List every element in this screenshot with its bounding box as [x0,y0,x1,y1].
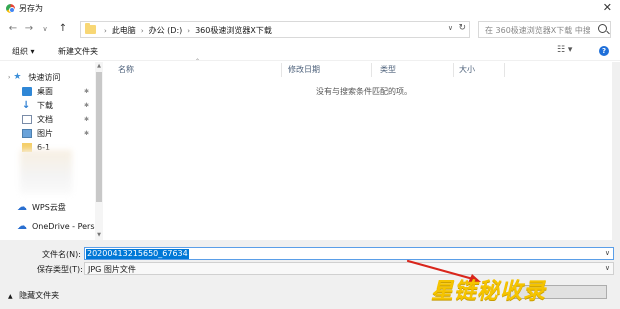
column-divider[interactable] [371,63,372,77]
pin-icon: ✱ [84,130,90,137]
chevron-down-icon[interactable]: ∨ [605,249,610,257]
chevron-down-icon[interactable]: ∨ [605,264,610,272]
navigation-pane: › ★ 快速访问 桌面 ✱ ↓ 下载 ✱ 文档 ✱ 图片 ✱ 6-1 ☁ WPS… [0,62,104,240]
view-options-icon[interactable]: ☷ ▾ [557,45,572,55]
picture-icon [22,129,32,138]
sidebar-item-label: 桌面 [37,87,53,96]
onedrive-icon: ☁ [17,221,27,232]
command-toolbar: 组织 ▾ 新建文件夹 ☷ ▾ ? [0,42,620,61]
hide-folders-toggle[interactable]: ▲ 隐藏文件夹 [8,290,59,301]
sidebar-item-wps-cloud[interactable]: ☁ WPS云盘 [17,201,66,214]
help-icon[interactable]: ? [599,46,609,56]
scroll-up-icon[interactable]: ▲ [96,63,102,69]
breadcrumb: › 此电脑 › 办公 (D:) › 360极速浏览器X下载 [99,25,272,36]
folder-icon [85,23,96,34]
search-input[interactable]: 在 360极速浏览器X下载 中搜索 [478,21,611,38]
sidebar-item-onedrive[interactable]: ☁ OneDrive - Perso [17,220,99,233]
pin-icon: ✱ [84,102,90,109]
column-header-date-modified[interactable]: 修改日期 [288,64,320,78]
pin-icon: ✱ [84,88,90,95]
breadcrumb-separator-icon: › [140,26,144,35]
search-icon[interactable] [598,24,607,33]
column-header-name[interactable]: 名称 [118,64,134,78]
column-header-size[interactable]: 大小 [459,64,475,78]
filename-field[interactable]: 20200413215650_67634 ∨ [84,247,614,260]
search-placeholder: 在 360极速浏览器X下载 中搜索 [485,26,590,35]
close-icon[interactable]: ✕ [603,1,612,14]
watermark-logo: 星链秘收录 [431,279,547,304]
breadcrumb-item-drive[interactable]: 办公 (D:) [149,25,183,36]
navigation-scrollbar-thumb[interactable] [96,72,102,202]
sidebar-item-desktop[interactable]: 桌面 [22,85,53,98]
star-icon: ★ [13,72,22,82]
sidebar-item-label: 图片 [37,129,53,138]
sidebar-item-documents[interactable]: 文档 [22,113,53,126]
empty-folder-message: 没有与搜索条件匹配的项。 [316,87,412,96]
address-dropdown-icon[interactable]: ∨ [448,24,453,32]
document-icon [22,115,32,124]
sidebar-item-label: 文档 [37,115,53,124]
chevron-up-icon: ▲ [8,293,13,300]
hide-folders-label: 隐藏文件夹 [19,291,60,300]
column-divider[interactable] [504,63,505,77]
file-list-scrollbar[interactable] [612,62,620,240]
cloud-icon: ☁ [17,202,27,213]
new-folder-button[interactable]: 新建文件夹 [58,46,98,57]
sidebar-item-label: 快速访问 [28,73,61,82]
sidebar-item-quick-access[interactable]: › ★ 快速访问 [8,71,60,84]
sidebar-item-label: WPS云盘 [32,203,66,212]
refresh-icon[interactable]: ↻ [458,23,466,33]
filename-label: 文件名(N): [42,250,81,259]
breadcrumb-separator-icon: › [187,26,191,35]
back-arrow-icon[interactable]: ← [6,22,20,36]
column-divider[interactable] [281,63,282,77]
address-row: ← → ∨ ↑ › 此电脑 › 办公 (D:) › 360极速浏览器X下载 ∨ … [0,17,620,42]
filetype-label: 保存类型(T): [37,265,83,274]
up-arrow-icon[interactable]: ↑ [56,22,70,36]
breadcrumb-separator-icon: › [104,26,107,35]
forward-arrow-icon[interactable]: → [22,22,36,36]
sort-ascending-icon: ⌃ [195,58,201,65]
download-icon: ↓ [22,100,31,111]
expand-chevron-icon[interactable]: › [8,74,10,81]
recent-locations-icon[interactable]: ∨ [38,22,52,36]
scroll-down-icon[interactable]: ▼ [96,232,102,238]
column-header-type[interactable]: 类型 [380,64,396,78]
organize-button[interactable]: 组织 ▾ [12,46,35,57]
sidebar-item-label: OneDrive - Perso [32,222,100,231]
address-bar[interactable]: › 此电脑 › 办公 (D:) › 360极速浏览器X下载 ∨ ↻ [80,21,470,38]
window-title: 另存为 [19,4,43,13]
sidebar-item-pictures[interactable]: 图片 [22,127,53,140]
title-bar: 另存为 ✕ [0,0,620,17]
browser-logo-icon [6,4,15,13]
pin-icon: ✱ [84,116,90,123]
sidebar-item-downloads[interactable]: ↓ 下载 [22,99,53,112]
desktop-icon [22,87,32,96]
breadcrumb-item-this-pc[interactable]: 此电脑 [112,25,136,36]
sidebar-item-label: 下载 [37,101,53,110]
filetype-value: JPG 图片文件 [88,265,136,274]
breadcrumb-item-folder[interactable]: 360极速浏览器X下载 [195,25,272,36]
column-divider[interactable] [453,63,454,77]
blurred-region [20,150,72,194]
filename-value[interactable]: 20200413215650_67634 [86,249,189,259]
